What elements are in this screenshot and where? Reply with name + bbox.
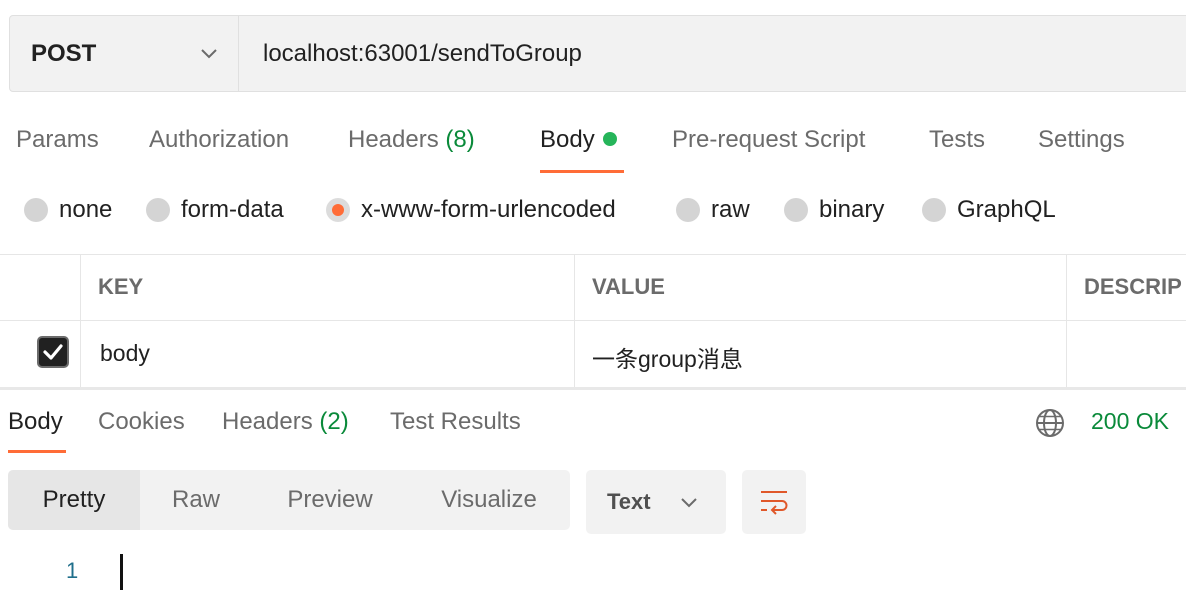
headers-count: (8) [445,126,475,153]
chevron-down-icon [201,49,217,59]
line-number: 1 [66,558,79,583]
param-value-cell[interactable]: 一条group消息 [592,340,743,374]
table-column-divider [1066,254,1067,388]
format-select[interactable]: Text [586,470,726,534]
request-tabs: Params Authorization Headers (8) Body Pr… [0,118,1186,174]
view-pretty-button[interactable]: Pretty [8,470,140,530]
request-bar: POST localhost:63001/sendToGroup [9,15,1186,92]
body-indicator-dot [602,131,617,146]
response-pane-divider[interactable] [0,387,1186,390]
method-select[interactable]: POST [10,16,239,91]
radio-form-data[interactable]: form-data [146,196,284,224]
table-column-divider [574,254,575,388]
response-tabs: Body Cookies Headers (2) Test Results 20… [0,404,1186,454]
response-status[interactable]: 200 OK [1091,408,1169,435]
param-key-cell[interactable]: body [100,340,150,367]
tab-settings[interactable]: Settings [1038,126,1125,154]
body-type-options: none form-data x-www-form-urlencoded raw… [0,196,1186,232]
radio-circle [784,198,808,222]
table-column-divider [80,254,81,388]
method-label: POST [31,39,97,67]
response-headers-count: (2) [319,408,349,435]
tab-authorization[interactable]: Authorization [149,126,289,154]
wrap-lines-icon [761,491,788,515]
table-border [0,254,1186,255]
radio-circle [676,198,700,222]
format-label: Text [607,489,651,514]
radio-raw[interactable]: raw [676,196,750,224]
params-table: KEY VALUE DESCRIP body 一条group消息 [0,254,1186,388]
tab-params[interactable]: Params [16,126,99,154]
radio-x-www-form-urlencoded[interactable]: x-www-form-urlencoded [326,196,616,224]
response-tab-test-results[interactable]: Test Results [390,408,521,436]
row-enabled-checkbox[interactable] [37,336,69,368]
chevron-down-icon [681,498,697,508]
view-visualize-button[interactable]: Visualize [408,470,570,530]
radio-none[interactable]: none [24,196,112,224]
column-header-key: KEY [98,274,144,299]
response-tab-body[interactable]: Body [8,408,63,436]
url-input[interactable]: localhost:63001/sendToGroup [263,16,582,91]
radio-circle [24,198,48,222]
column-header-description: DESCRIP [1084,274,1182,299]
radio-circle [922,198,946,222]
check-icon [43,344,63,360]
active-response-tab-underline [8,450,66,453]
tab-pre-request-script[interactable]: Pre-request Script [672,126,865,154]
tab-tests[interactable]: Tests [929,126,985,154]
table-border [0,320,1186,321]
active-tab-underline [540,170,624,173]
radio-circle [146,198,170,222]
tab-headers[interactable]: Headers (8) [348,126,475,154]
view-mode-group: Pretty Raw Preview Visualize [8,470,570,530]
radio-binary[interactable]: binary [784,196,884,224]
view-raw-button[interactable]: Raw [140,470,252,530]
response-tab-cookies[interactable]: Cookies [98,408,185,436]
column-header-value: VALUE [592,274,665,299]
globe-icon[interactable] [1035,408,1065,438]
tab-body[interactable]: Body [540,126,617,154]
response-tab-headers[interactable]: Headers (2) [222,408,349,436]
view-preview-button[interactable]: Preview [252,470,408,530]
radio-circle-selected [326,198,350,222]
wrap-lines-button[interactable] [742,470,806,534]
text-cursor[interactable] [120,554,123,590]
radio-graphql[interactable]: GraphQL [922,196,1056,224]
